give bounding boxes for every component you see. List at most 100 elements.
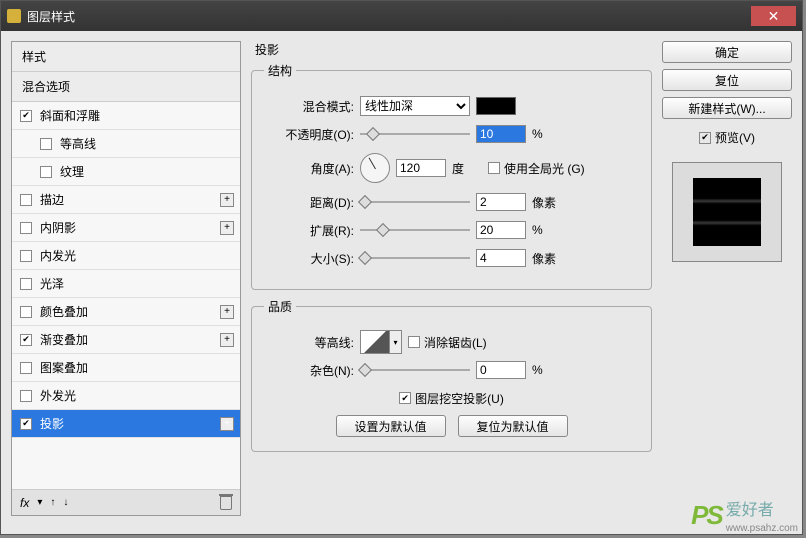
preview-thumbnail xyxy=(693,178,761,246)
style-item-7[interactable]: 颜色叠加 + xyxy=(12,298,240,326)
style-checkbox[interactable] xyxy=(20,362,32,374)
distance-slider[interactable] xyxy=(360,195,470,209)
style-label: 纹理 xyxy=(60,163,84,180)
size-input[interactable] xyxy=(476,249,526,267)
size-slider[interactable] xyxy=(360,251,470,265)
fx-down-icon[interactable]: ↓ xyxy=(63,497,68,508)
style-label: 描边 xyxy=(40,191,64,208)
watermark: PS 爱好者 www.psahz.com xyxy=(691,496,798,534)
global-light-checkbox[interactable]: 使用全局光 (G) xyxy=(488,160,585,177)
reset-default-button[interactable]: 复位为默认值 xyxy=(458,415,568,437)
quality-legend: 品质 xyxy=(264,298,296,315)
add-effect-icon[interactable]: + xyxy=(220,193,234,207)
contour-dropdown-icon[interactable]: ▾ xyxy=(390,330,402,354)
watermark-logo: PS xyxy=(691,500,722,531)
style-checkbox[interactable] xyxy=(20,278,32,290)
spread-input[interactable] xyxy=(476,221,526,239)
panel-title: 投影 xyxy=(255,41,652,58)
app-icon xyxy=(7,9,21,23)
structure-legend: 结构 xyxy=(264,62,296,79)
style-checkbox[interactable] xyxy=(20,390,32,402)
make-default-button[interactable]: 设置为默认值 xyxy=(336,415,446,437)
preview-checkbox[interactable]: ✔预览(V) xyxy=(662,129,792,146)
add-effect-icon[interactable]: + xyxy=(220,417,234,431)
add-effect-icon[interactable]: + xyxy=(220,221,234,235)
style-label: 渐变叠加 xyxy=(40,331,88,348)
style-label: 等高线 xyxy=(60,135,96,152)
style-checkbox[interactable] xyxy=(40,138,52,150)
style-item-9[interactable]: 图案叠加 xyxy=(12,354,240,382)
style-checkbox[interactable] xyxy=(20,194,32,206)
blend-mode-select[interactable]: 线性加深 xyxy=(360,96,470,116)
contour-picker[interactable] xyxy=(360,330,390,354)
style-checkbox[interactable] xyxy=(20,222,32,234)
style-checkbox[interactable] xyxy=(20,306,32,318)
watermark-url: www.psahz.com xyxy=(726,523,798,534)
ok-button[interactable]: 确定 xyxy=(662,41,792,63)
new-style-button[interactable]: 新建样式(W)... xyxy=(662,97,792,119)
style-checkbox[interactable] xyxy=(40,166,52,178)
style-item-1[interactable]: 等高线 xyxy=(12,130,240,158)
noise-label: 杂色(N): xyxy=(264,362,354,379)
add-effect-icon[interactable]: + xyxy=(220,333,234,347)
contour-label: 等高线: xyxy=(264,334,354,351)
sidebar-footer: fx ▾ ↑ ↓ xyxy=(12,489,240,515)
spread-slider[interactable] xyxy=(360,223,470,237)
right-column: 确定 复位 新建样式(W)... ✔预览(V) xyxy=(662,41,792,516)
style-checkbox[interactable] xyxy=(20,334,32,346)
style-label: 斜面和浮雕 xyxy=(40,107,100,124)
close-button[interactable]: ✕ xyxy=(751,6,796,26)
style-checkbox[interactable] xyxy=(20,418,32,430)
style-label: 内发光 xyxy=(40,247,76,264)
angle-input[interactable] xyxy=(396,159,446,177)
style-item-6[interactable]: 光泽 xyxy=(12,270,240,298)
structure-group: 结构 混合模式: 线性加深 不透明度(O): % xyxy=(251,62,652,290)
opacity-input[interactable] xyxy=(476,125,526,143)
size-unit: 像素 xyxy=(532,250,562,267)
spread-label: 扩展(R): xyxy=(264,222,354,239)
fx-menu-icon[interactable]: ▾ xyxy=(37,497,42,508)
distance-unit: 像素 xyxy=(532,194,562,211)
style-item-2[interactable]: 纹理 xyxy=(12,158,240,186)
style-item-5[interactable]: 内发光 xyxy=(12,242,240,270)
angle-unit: 度 xyxy=(452,160,482,177)
fx-label[interactable]: fx xyxy=(20,496,29,510)
style-label: 颜色叠加 xyxy=(40,303,88,320)
titlebar[interactable]: 图层样式 ✕ xyxy=(1,1,802,31)
knockout-checkbox[interactable]: 图层挖空投影(U) xyxy=(399,390,504,407)
sidebar-header-styles[interactable]: 样式 xyxy=(12,42,240,72)
style-item-0[interactable]: 斜面和浮雕 xyxy=(12,102,240,130)
style-item-8[interactable]: 渐变叠加 + xyxy=(12,326,240,354)
opacity-unit: % xyxy=(532,127,562,141)
styles-sidebar: 样式 混合选项 斜面和浮雕等高线纹理描边 + 内阴影 + 内发光光泽颜色叠加 + 渐变叠加 +… xyxy=(11,41,241,516)
angle-dial[interactable] xyxy=(360,153,390,183)
style-checkbox[interactable] xyxy=(20,110,32,122)
style-label: 内阴影 xyxy=(40,219,76,236)
style-item-3[interactable]: 描边 + xyxy=(12,186,240,214)
fx-up-icon[interactable]: ↑ xyxy=(50,497,55,508)
quality-group: 品质 等高线: ▾ 消除锯齿(L) 杂色(N): xyxy=(251,298,652,452)
size-label: 大小(S): xyxy=(264,250,354,267)
antialias-checkbox[interactable]: 消除锯齿(L) xyxy=(408,334,487,351)
window-title: 图层样式 xyxy=(27,8,751,25)
preview-box xyxy=(672,162,782,262)
distance-input[interactable] xyxy=(476,193,526,211)
style-checkbox[interactable] xyxy=(20,250,32,262)
style-item-11[interactable]: 投影 + xyxy=(12,410,240,438)
opacity-slider[interactable] xyxy=(360,127,470,141)
sidebar-header-blend[interactable]: 混合选项 xyxy=(12,72,240,102)
opacity-label: 不透明度(O): xyxy=(264,126,354,143)
style-label: 图案叠加 xyxy=(40,359,88,376)
add-effect-icon[interactable]: + xyxy=(220,305,234,319)
noise-input[interactable] xyxy=(476,361,526,379)
style-item-10[interactable]: 外发光 xyxy=(12,382,240,410)
dialog-window: 图层样式 ✕ 样式 混合选项 斜面和浮雕等高线纹理描边+内阴影+内发光光泽颜色叠… xyxy=(0,0,803,535)
noise-slider[interactable] xyxy=(360,363,470,377)
spread-unit: % xyxy=(532,223,562,237)
style-item-4[interactable]: 内阴影 + xyxy=(12,214,240,242)
shadow-color-swatch[interactable] xyxy=(476,97,516,115)
watermark-text: 爱好者 xyxy=(726,502,774,519)
cancel-button[interactable]: 复位 xyxy=(662,69,792,91)
trash-icon[interactable] xyxy=(220,496,232,510)
style-label: 投影 xyxy=(40,415,64,432)
